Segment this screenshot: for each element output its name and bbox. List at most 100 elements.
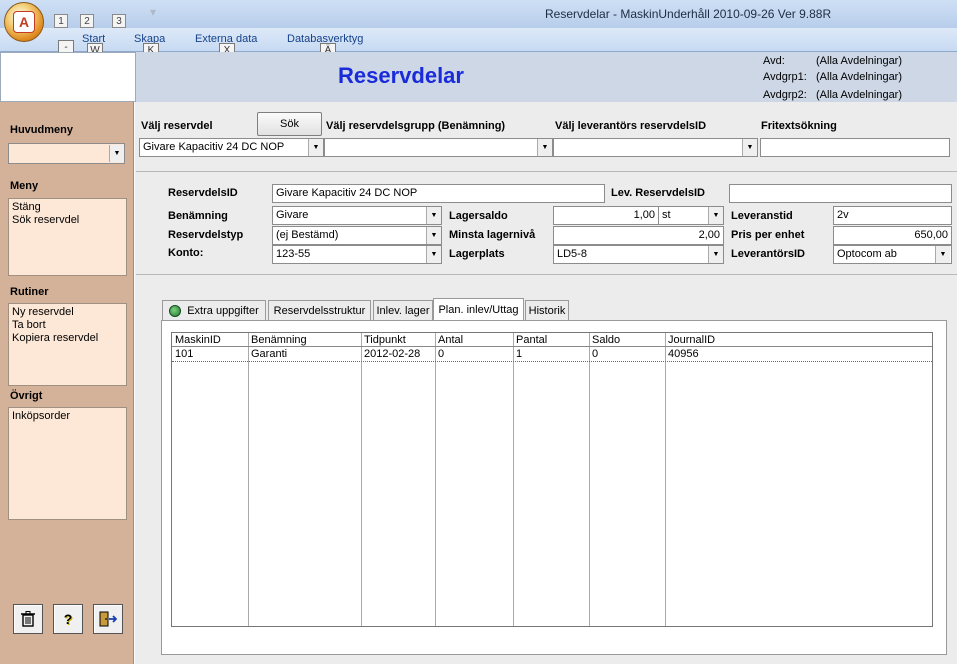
lagerplats-dropdown-icon[interactable]: ▼ — [708, 246, 723, 263]
access-logo-icon: A — [13, 11, 35, 33]
leveranstid-field[interactable]: 2v — [833, 206, 952, 225]
filter-avdgrp2-value: (Alla Avdelningar) — [816, 89, 903, 101]
window-title: Reservdelar - MaskinUnderhåll 2010-09-26… — [545, 7, 832, 21]
pris-per-enhet-field[interactable]: 650,00 — [833, 226, 952, 245]
reservdelsid-field[interactable]: Givare Kapacitiv 24 DC NOP — [272, 184, 605, 203]
column-header-saldo[interactable]: Saldo — [589, 334, 665, 347]
valj-leverantor-dropdown-icon[interactable]: ▼ — [742, 139, 757, 156]
data-grid: MaskinID Benämning Tidpunkt Antal Pantal… — [171, 332, 933, 627]
reservdelsid-label: ReservdelsID — [168, 187, 238, 199]
column-header-pantal[interactable]: Pantal — [513, 334, 589, 347]
help-button[interactable]: ? — [53, 604, 83, 634]
tab-extra-uppgifter[interactable]: Extra uppgifter — [162, 300, 266, 320]
minsta-lagerniva-label: Minsta lagernivå — [449, 229, 536, 241]
lagersaldo-unit-dropdown-icon[interactable]: ▼ — [708, 207, 723, 224]
column-header-antal[interactable]: Antal — [435, 334, 513, 347]
globe-icon — [169, 304, 182, 317]
filter-avd-label: Avd: — [763, 55, 785, 67]
ovrigt-label: Övrigt — [10, 390, 43, 402]
konto-label: Konto: — [168, 247, 204, 259]
minsta-lagerniva-field[interactable]: 2,00 — [553, 226, 724, 245]
routine-item-kopiera-reservdel[interactable]: Kopiera reservdel — [9, 332, 126, 345]
column-header-maskinid[interactable]: MaskinID — [172, 334, 248, 347]
trash-icon — [21, 611, 35, 627]
meny-label: Meny — [10, 180, 39, 192]
reservdelstyp-label: Reservdelstyp — [168, 229, 244, 241]
sok-button[interactable]: Sök — [257, 112, 322, 136]
valj-leverantor-combo[interactable] — [553, 138, 758, 157]
table-row[interactable]: 101 Garanti 2012-02-28 0 1 0 40956 — [172, 348, 932, 362]
cell-antal: 0 — [438, 348, 445, 360]
tab-historik[interactable]: Historik — [525, 300, 569, 320]
huvudmeny-dropdown-icon[interactable]: ▼ — [109, 145, 124, 162]
leverantorsid-dropdown-icon[interactable]: ▼ — [935, 246, 950, 263]
column-divider — [435, 333, 436, 626]
filter-avd-value: (Alla Avdelningar) — [816, 55, 903, 67]
column-header-tidpunkt[interactable]: Tidpunkt — [361, 334, 435, 347]
qat-keytip-2[interactable]: 2 — [80, 14, 94, 28]
lagerplats-combo[interactable]: LD5-8 — [553, 245, 724, 264]
valj-leverantor-label: Välj leverantörs reservdelsID — [555, 120, 707, 132]
benamning-label: Benämning — [168, 210, 228, 222]
rutiner-label: Rutiner — [10, 286, 49, 298]
tab-plan-inlev-uttag[interactable]: Plan. inlev/Uttag — [433, 298, 524, 320]
routine-item-ny-reservdel[interactable]: Ny reservdel — [9, 306, 126, 319]
exit-button[interactable] — [93, 604, 123, 634]
cell-benamning: Garanti — [251, 348, 288, 360]
meny-list: Stäng Sök reservdel — [8, 198, 127, 276]
konto-dropdown-icon[interactable]: ▼ — [426, 246, 441, 263]
valj-grupp-label: Välj reservdelsgrupp (Benämning) — [326, 120, 506, 132]
fritext-input[interactable] — [760, 138, 950, 157]
column-divider — [665, 333, 666, 626]
cell-journalid: 40956 — [668, 348, 699, 360]
column-header-journalid[interactable]: JournalID — [665, 334, 932, 347]
qat-keytip-1[interactable]: 1 — [54, 14, 68, 28]
valj-grupp-dropdown-icon[interactable]: ▼ — [537, 139, 552, 156]
header-logo-area — [0, 52, 136, 102]
lev-reservdelsid-label: Lev. ReservdelsID — [611, 187, 705, 199]
qat-keytip-3[interactable]: 3 — [112, 14, 126, 28]
column-divider — [361, 333, 362, 626]
office-button[interactable]: A — [4, 2, 44, 42]
reservdelstyp-dropdown-icon[interactable]: ▼ — [426, 227, 441, 244]
lev-reservdelsid-field[interactable] — [729, 184, 952, 203]
pris-per-enhet-label: Pris per enhet — [731, 229, 805, 241]
benamning-combo[interactable]: Givare — [272, 206, 442, 225]
cell-saldo: 0 — [592, 348, 599, 360]
lagerplats-label: Lagerplats — [449, 248, 505, 260]
column-divider — [513, 333, 514, 626]
rutiner-list: Ny reservdel Ta bort Kopiera reservdel — [8, 303, 127, 386]
cell-tidpunkt: 2012-02-28 — [364, 348, 421, 360]
menu-item-sok-reservdel[interactable]: Sök reservdel — [9, 214, 126, 227]
filter-avdgrp1-label: Avdgrp1: — [763, 71, 807, 83]
filter-avdgrp2-label: Avdgrp2: — [763, 89, 807, 101]
valj-reservdel-combo[interactable]: Givare Kapacitiv 24 DC NOP — [139, 138, 324, 157]
delete-button[interactable] — [13, 604, 43, 634]
tab-label: Extra uppgifter — [187, 304, 259, 317]
cell-maskinid: 101 — [175, 348, 194, 360]
section-divider — [136, 171, 957, 172]
fritext-label: Fritextsökning — [761, 120, 837, 132]
routine-item-ta-bort[interactable]: Ta bort — [9, 319, 126, 332]
konto-combo[interactable]: 123-55 — [272, 245, 442, 264]
reservdelstyp-combo[interactable]: (ej Bestämd) — [272, 226, 442, 245]
tab-reservdelsstruktur[interactable]: Reservdelsstruktur — [268, 300, 371, 320]
column-header-benamning[interactable]: Benämning — [248, 334, 361, 347]
valj-grupp-combo[interactable] — [324, 138, 553, 157]
section-divider — [136, 274, 957, 275]
tab-inlev-lager[interactable]: Inlev. lager — [373, 300, 433, 320]
benamning-dropdown-icon[interactable]: ▼ — [426, 207, 441, 224]
leveranstid-label: Leveranstid — [731, 210, 793, 222]
other-item-inkopsorder[interactable]: Inköpsorder — [9, 410, 126, 423]
ovrigt-list: Inköpsorder — [8, 407, 127, 520]
lagersaldo-field[interactable]: 1,00 — [553, 206, 659, 225]
qat-customize-icon[interactable]: ▾ — [150, 5, 156, 19]
column-divider — [589, 333, 590, 626]
valj-reservdel-label: Välj reservdel — [141, 120, 213, 132]
valj-reservdel-dropdown-icon[interactable]: ▼ — [308, 139, 323, 156]
huvudmeny-combo[interactable] — [8, 143, 125, 164]
page-title: Reservdelar — [338, 63, 464, 88]
menu-item-stang[interactable]: Stäng — [9, 201, 126, 214]
column-divider — [248, 333, 249, 626]
leverantorsid-label: LeverantörsID — [731, 248, 805, 260]
